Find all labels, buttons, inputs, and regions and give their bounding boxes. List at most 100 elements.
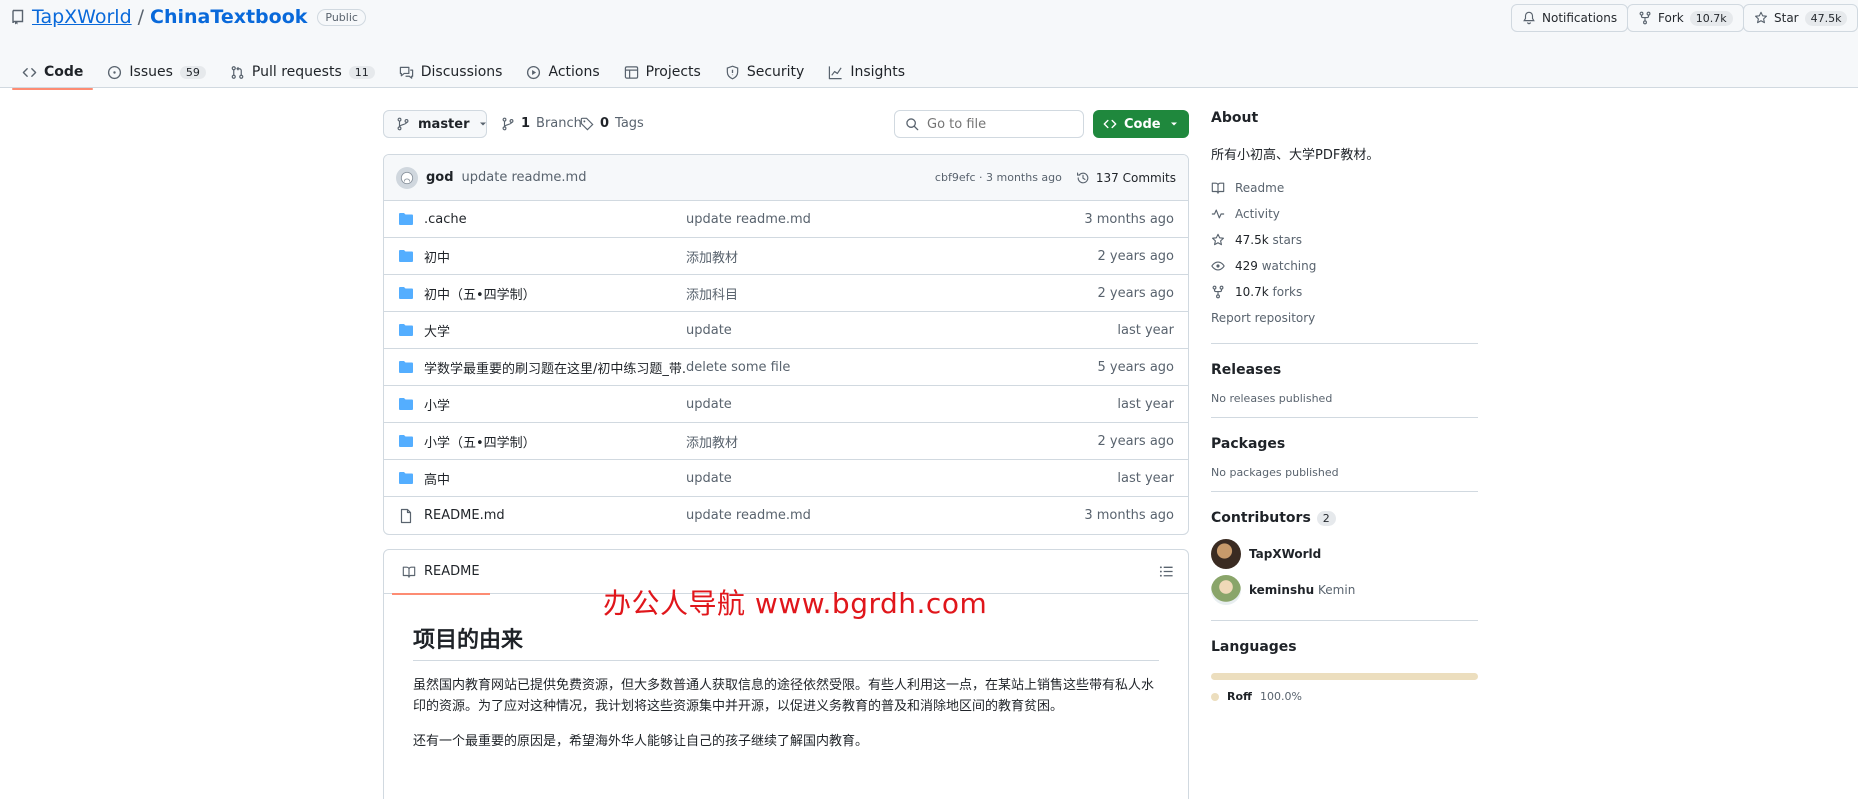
code-dropdown-button[interactable]: Code	[1093, 110, 1189, 138]
search-icon	[905, 117, 919, 131]
file-name-cell[interactable]: 小学	[398, 395, 686, 414]
star-button[interactable]: Star 47.5k	[1743, 4, 1858, 32]
repo-name-link[interactable]: ChinaTextbook	[150, 6, 307, 28]
file-name[interactable]: 高中	[424, 469, 450, 488]
watching-link[interactable]: 429 watching	[1211, 253, 1478, 279]
tab-security[interactable]: Security	[715, 56, 815, 88]
packages-title[interactable]: Packages	[1211, 436, 1478, 452]
branch-icon	[501, 117, 515, 131]
file-name-cell[interactable]: 初中	[398, 247, 686, 266]
file-commit-message[interactable]: 添加教材	[686, 432, 1026, 451]
contributors-count: 2	[1316, 510, 1336, 526]
file-row[interactable]: 大学 update last year	[384, 312, 1188, 349]
language-percent: 100.0%	[1259, 690, 1302, 703]
file-commit-message[interactable]: update readme.md	[686, 508, 1026, 523]
file-name-cell[interactable]: .cache	[398, 211, 686, 227]
file-name-cell[interactable]: README.md	[398, 508, 686, 524]
history-icon	[1076, 171, 1090, 185]
file-name[interactable]: 大学	[424, 321, 450, 340]
file-name[interactable]: .cache	[424, 212, 467, 227]
file-commit-message[interactable]: update	[686, 397, 1026, 412]
tab-pull-requests[interactable]: Pull requests 11	[220, 56, 385, 88]
file-commit-message[interactable]: update readme.md	[686, 212, 1026, 227]
file-commit-message[interactable]: update	[686, 471, 1026, 486]
chevron-down-icon	[1169, 119, 1179, 129]
file-row[interactable]: README.md update readme.md 3 months ago	[384, 497, 1188, 534]
code-icon	[1103, 117, 1117, 131]
readme-link[interactable]: Readme	[1211, 175, 1478, 201]
readme-tab[interactable]: README	[392, 550, 490, 595]
file-row[interactable]: 学数学最重要的刷习题在这里/初中练习题_带... delete some file…	[384, 349, 1188, 386]
branch-icon	[396, 117, 410, 131]
file-name[interactable]: 小学（五•四学制）	[424, 432, 536, 451]
language-color-dot	[1211, 692, 1219, 701]
avatar[interactable]	[396, 166, 418, 189]
contributor-item[interactable]: TapXWorld	[1211, 536, 1478, 572]
file-row[interactable]: 初中（五•四学制） 添加科目 2 years ago	[384, 275, 1188, 312]
file-commit-message[interactable]: 添加教材	[686, 247, 1026, 266]
file-row[interactable]: .cache update readme.md 3 months ago	[384, 201, 1188, 238]
file-commit-message[interactable]: 添加科目	[686, 284, 1026, 303]
readme-link-label: Readme	[1235, 181, 1285, 195]
file-name[interactable]: 初中	[424, 247, 450, 266]
go-to-file-input[interactable]	[927, 116, 1067, 132]
code-icon	[22, 65, 37, 80]
tag-count: 0	[600, 116, 610, 131]
file-name[interactable]: 学数学最重要的刷习题在这里/初中练习题_带...	[424, 358, 686, 377]
file-name-cell[interactable]: 高中	[398, 469, 686, 488]
readme-tab-label: README	[424, 564, 480, 579]
tab-actions[interactable]: Actions	[516, 56, 609, 88]
tab-code[interactable]: Code	[12, 56, 94, 90]
repo-nav-tabs: Code Issues 59 Pull requests 11 Discussi…	[12, 56, 915, 90]
file-name[interactable]: README.md	[424, 508, 505, 523]
folder-icon	[398, 248, 414, 264]
divider	[1211, 620, 1478, 621]
file-row[interactable]: 小学 update last year	[384, 386, 1188, 423]
file-commit-message[interactable]: delete some file	[686, 360, 1026, 375]
star-icon	[1211, 233, 1225, 247]
stars-label: stars	[1272, 233, 1303, 247]
file-age: last year	[1117, 322, 1174, 338]
file-row[interactable]: 初中 添加教材 2 years ago	[384, 238, 1188, 275]
tag-icon	[580, 117, 594, 131]
branches-link[interactable]: 1 Branch	[501, 116, 582, 131]
file-name-cell[interactable]: 初中（五•四学制）	[398, 284, 686, 303]
file-commit-message[interactable]: update	[686, 323, 1026, 338]
file-name-cell[interactable]: 大学	[398, 321, 686, 340]
file-name[interactable]: 初中（五•四学制）	[424, 284, 536, 303]
avatar	[1211, 575, 1241, 605]
file-name-cell[interactable]: 小学（五•四学制）	[398, 432, 686, 451]
tags-link[interactable]: 0 Tags	[580, 116, 644, 131]
book-icon	[402, 565, 416, 579]
branch-selector[interactable]: master	[383, 110, 487, 138]
repo-owner-link[interactable]: TapXWorld	[32, 6, 132, 28]
commits-link[interactable]: 137 Commits	[1076, 171, 1176, 185]
graph-icon	[828, 65, 843, 80]
releases-title[interactable]: Releases	[1211, 362, 1478, 378]
outline-icon[interactable]	[1159, 564, 1174, 579]
stars-link[interactable]: 47.5k stars	[1211, 227, 1478, 253]
tab-insights[interactable]: Insights	[818, 56, 915, 88]
forks-link[interactable]: 10.7k forks	[1211, 279, 1478, 305]
tab-issues[interactable]: Issues 59	[97, 56, 216, 88]
readme-content: 项目的由来 虽然国内教育网站已提供免费资源，但大多数普通人获取信息的途径依然受限…	[384, 622, 1188, 752]
commit-sha-age[interactable]: cbf9efc · 3 months ago	[935, 171, 1062, 184]
commit-author[interactable]: god	[426, 170, 454, 185]
commit-message[interactable]: update readme.md	[462, 170, 587, 185]
contributor-item[interactable]: keminshu Kemin	[1211, 572, 1478, 608]
file-name-cell[interactable]: 学数学最重要的刷习题在这里/初中练习题_带...	[398, 358, 686, 377]
report-repository-link[interactable]: Report repository	[1211, 305, 1478, 331]
go-to-file-box[interactable]	[894, 110, 1084, 138]
visibility-badge: Public	[317, 8, 366, 26]
file-name[interactable]: 小学	[424, 395, 450, 414]
language-item[interactable]: Roff 100.0%	[1211, 690, 1478, 703]
contributors-title[interactable]: Contributors 2	[1211, 510, 1478, 526]
tab-discussions[interactable]: Discussions	[389, 56, 513, 88]
issues-count: 59	[179, 65, 206, 79]
fork-button[interactable]: Fork 10.7k	[1627, 4, 1744, 32]
activity-link[interactable]: Activity	[1211, 201, 1478, 227]
notifications-button[interactable]: Notifications	[1511, 4, 1629, 32]
file-row[interactable]: 小学（五•四学制） 添加教材 2 years ago	[384, 423, 1188, 460]
tab-projects[interactable]: Projects	[614, 56, 711, 88]
file-row[interactable]: 高中 update last year	[384, 460, 1188, 497]
